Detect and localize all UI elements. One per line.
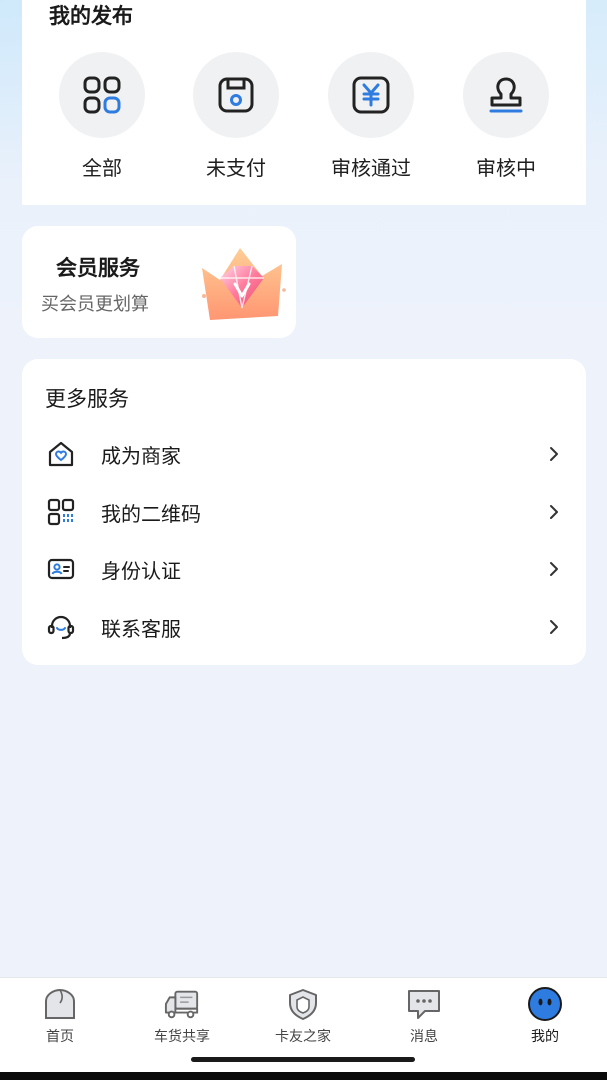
unpaid-icon bbox=[193, 52, 279, 138]
headset-icon bbox=[46, 612, 76, 642]
home-indicator[interactable] bbox=[191, 1057, 415, 1062]
member-service-card[interactable]: 会员服务 买会员更划算 bbox=[22, 226, 296, 338]
grid-icon bbox=[59, 52, 145, 138]
publish-unpaid-button[interactable]: 未支付 bbox=[186, 52, 286, 181]
identity-verification-label: 身份认证 bbox=[101, 558, 181, 583]
truck-icon bbox=[164, 986, 200, 1022]
nav-tab-trucker-home[interactable]: 卡友之家 bbox=[253, 986, 353, 1046]
my-publish-title: 我的发布 bbox=[49, 4, 133, 28]
publish-approved-button[interactable]: 审核通过 bbox=[321, 52, 421, 181]
nav-tab-home[interactable]: 首页 bbox=[10, 986, 110, 1046]
nav-label-home: 首页 bbox=[46, 1029, 74, 1045]
service-row-identity-verification[interactable]: 身份认证 bbox=[22, 544, 586, 594]
bottom-navigation-bar: 首页 车货共享 卡友之家 消息 我的 bbox=[0, 977, 607, 1080]
publish-approved-label: 审核通过 bbox=[331, 156, 411, 180]
chevron-right-icon bbox=[550, 562, 558, 576]
nav-label-cargo-share: 车货共享 bbox=[154, 1029, 210, 1045]
message-icon bbox=[406, 986, 442, 1022]
nav-tab-cargo-share[interactable]: 车货共享 bbox=[132, 986, 232, 1046]
service-row-my-qr-code[interactable]: 我的二维码 bbox=[22, 487, 586, 537]
stamp-icon bbox=[463, 52, 549, 138]
yuan-icon bbox=[328, 52, 414, 138]
publish-all-button[interactable]: 全部 bbox=[52, 52, 152, 181]
more-services-card: 更多服务 成为商家 我的二维码 身份认证 联系客服 bbox=[22, 359, 586, 665]
store-heart-icon bbox=[46, 439, 76, 469]
member-service-title: 会员服务 bbox=[56, 256, 140, 280]
home-icon bbox=[42, 986, 78, 1022]
nav-label-mine: 我的 bbox=[531, 1029, 559, 1045]
service-row-contact-support[interactable]: 联系客服 bbox=[22, 602, 586, 652]
system-bottom-edge bbox=[0, 1072, 607, 1080]
my-publish-card: 我的发布 全部 未支付 审核通过 审核中 bbox=[22, 0, 586, 205]
qr-code-icon bbox=[46, 497, 76, 527]
member-service-subtitle: 买会员更划算 bbox=[41, 294, 149, 315]
chevron-right-icon bbox=[550, 620, 558, 634]
service-row-become-merchant[interactable]: 成为商家 bbox=[22, 429, 586, 479]
publish-reviewing-label: 审核中 bbox=[476, 156, 536, 180]
nav-label-messages: 消息 bbox=[410, 1029, 438, 1045]
id-card-icon bbox=[46, 554, 76, 584]
publish-all-label: 全部 bbox=[82, 156, 122, 180]
more-services-title: 更多服务 bbox=[45, 387, 129, 411]
publish-unpaid-label: 未支付 bbox=[206, 156, 266, 180]
profile-face-icon bbox=[527, 986, 563, 1022]
contact-support-label: 联系客服 bbox=[101, 616, 181, 641]
become-merchant-label: 成为商家 bbox=[101, 443, 181, 468]
shield-icon bbox=[285, 986, 321, 1022]
publish-reviewing-button[interactable]: 审核中 bbox=[456, 52, 556, 181]
diamond-crown-icon bbox=[202, 248, 286, 320]
chevron-right-icon bbox=[550, 447, 558, 461]
my-qr-code-label: 我的二维码 bbox=[101, 501, 201, 526]
chevron-right-icon bbox=[550, 505, 558, 519]
nav-tab-messages[interactable]: 消息 bbox=[374, 986, 474, 1046]
nav-tab-mine[interactable]: 我的 bbox=[495, 986, 595, 1046]
nav-label-trucker-home: 卡友之家 bbox=[275, 1029, 331, 1045]
